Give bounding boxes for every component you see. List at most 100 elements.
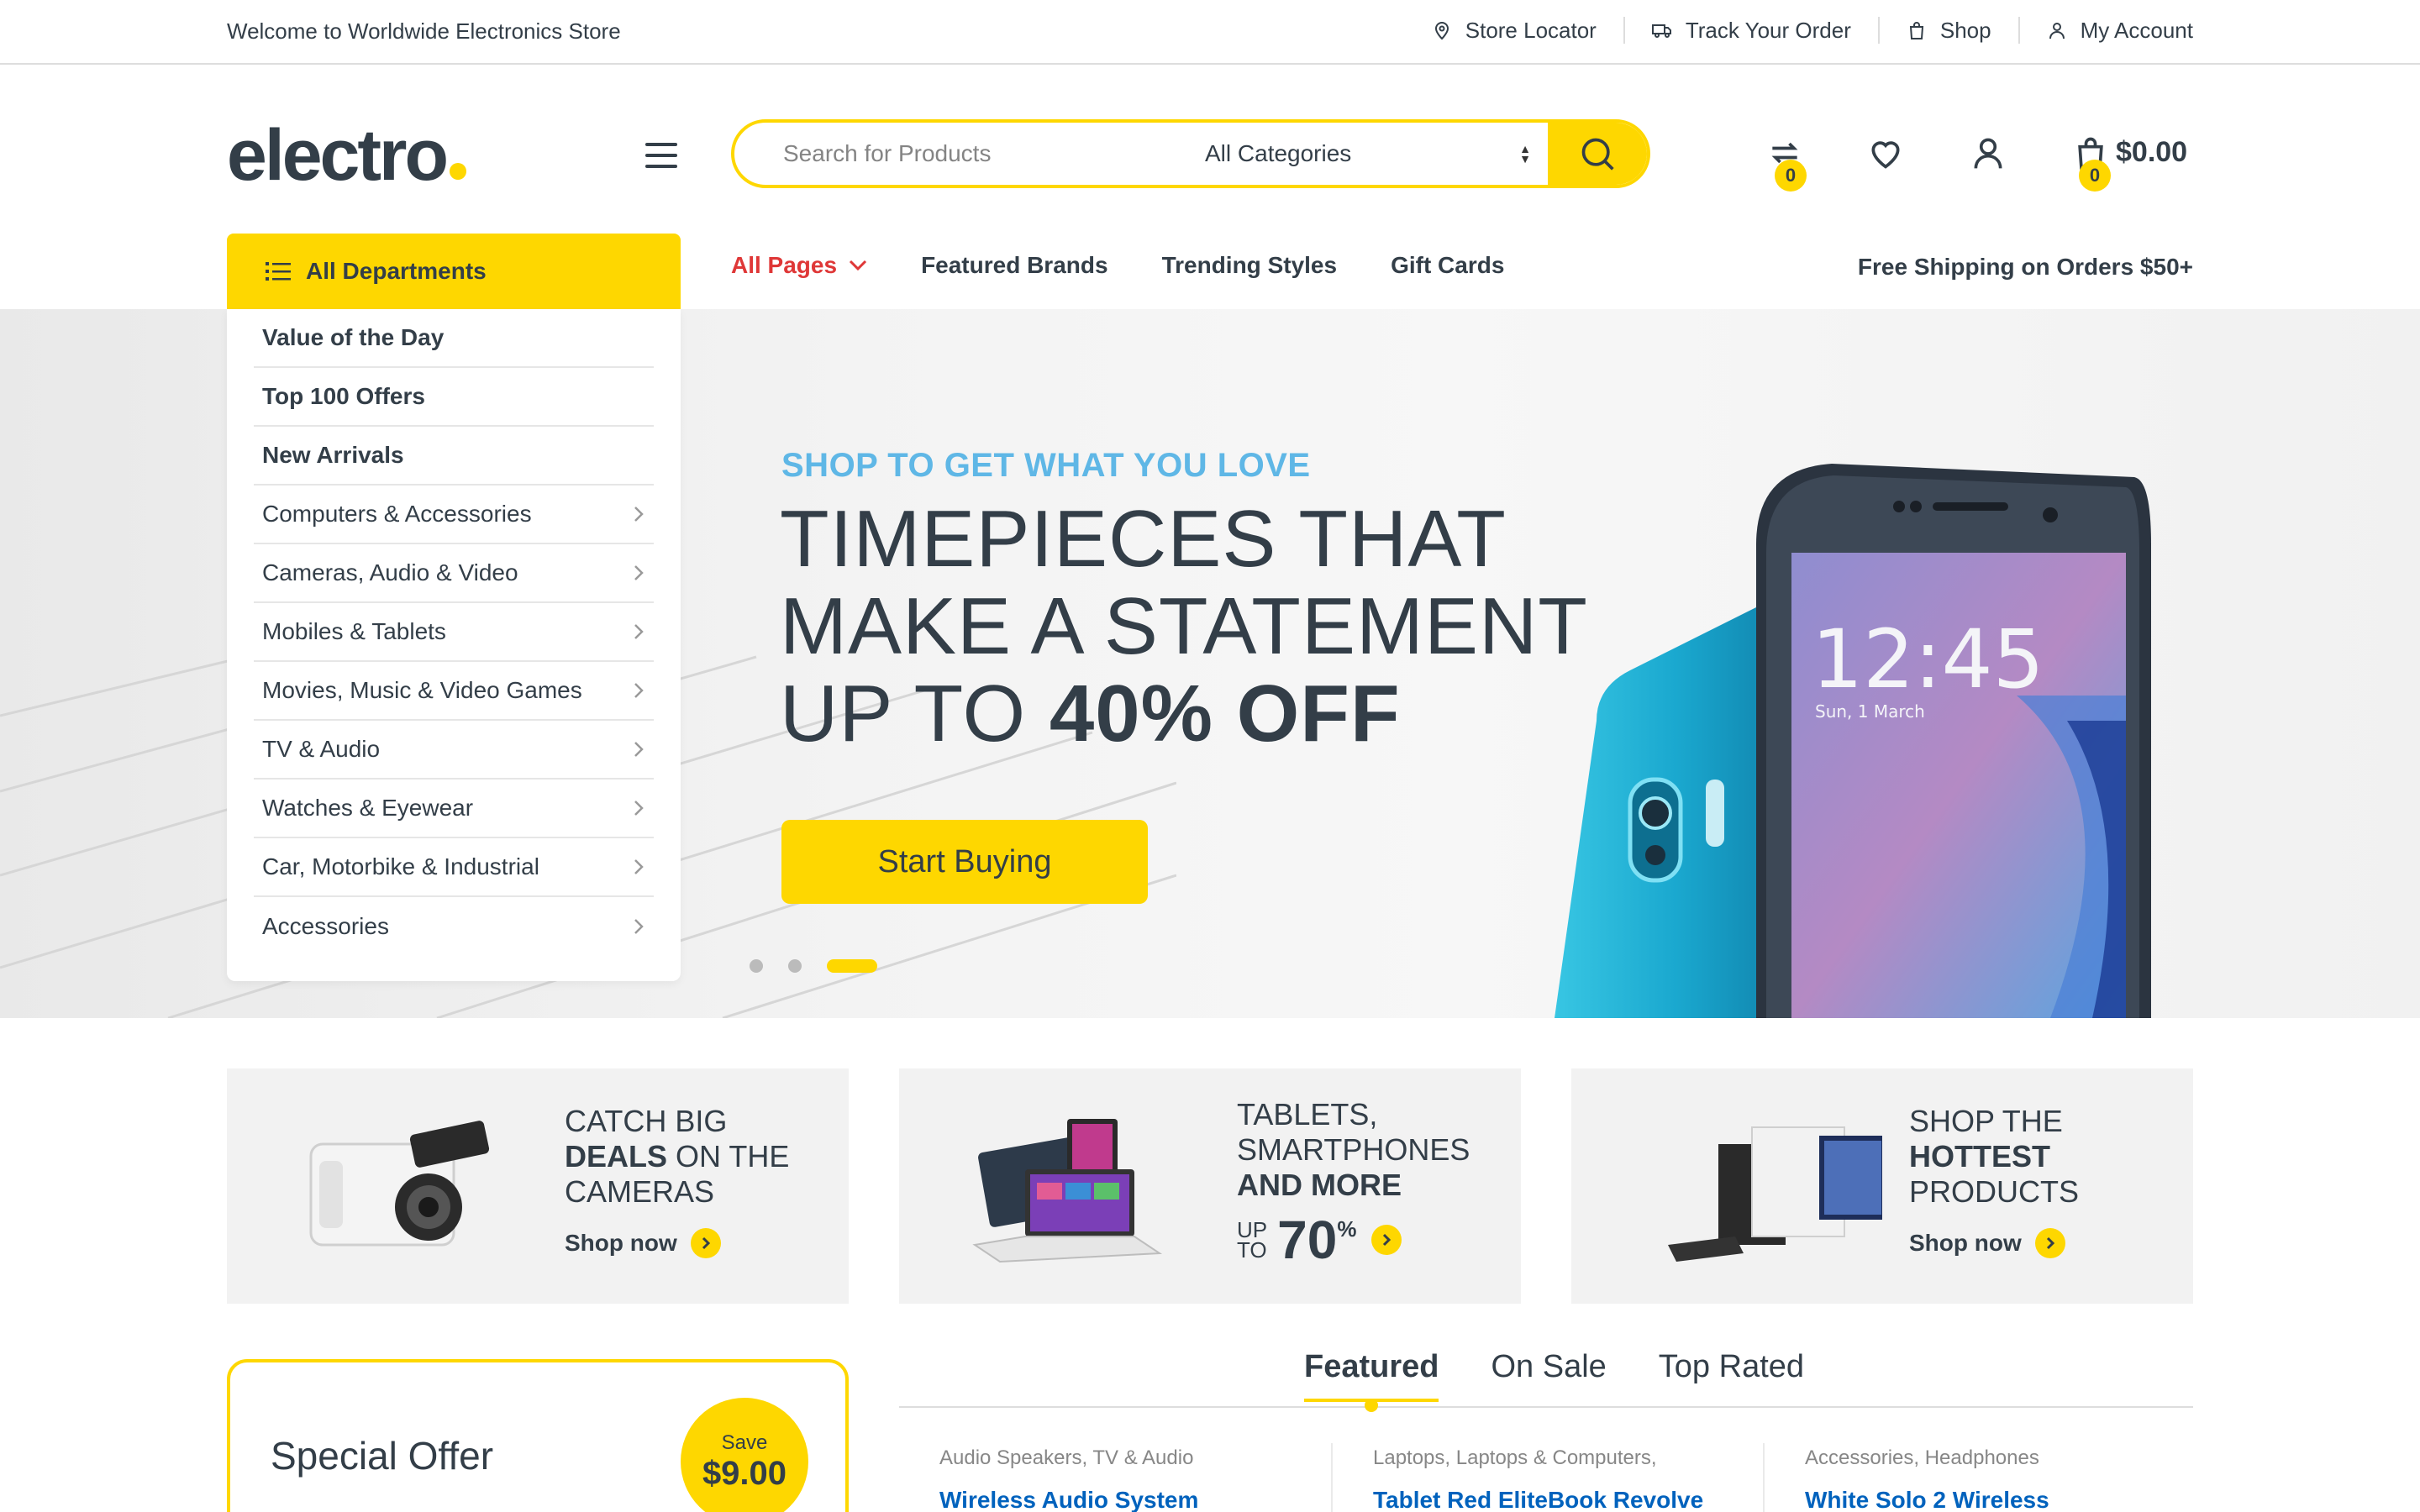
hero-title-line-2: MAKE A STATEMENT xyxy=(780,581,1588,671)
banner-line: DEALS ON THE xyxy=(565,1139,789,1174)
dept-watches-eyewear[interactable]: Watches & Eyewear xyxy=(254,780,654,838)
tab-on-sale[interactable]: On Sale xyxy=(1491,1349,1606,1402)
top-bar: Welcome to Worldwide Electronics Store S… xyxy=(0,0,2420,65)
dept-label: Mobiles & Tablets xyxy=(262,618,446,644)
tab-label: Featured xyxy=(1304,1349,1439,1384)
banner-bold: HOTTEST xyxy=(1909,1139,2050,1173)
shop-now-link[interactable]: Shop now xyxy=(565,1228,721,1258)
active-tab-indicator xyxy=(1365,1399,1379,1412)
category-link[interactable]: Audio Speakers xyxy=(939,1446,1081,1469)
slider-dot-2[interactable] xyxy=(788,959,802,973)
product-categories: Accessories, Headphones xyxy=(1805,1446,2039,1469)
track-order-link[interactable]: Track Your Order xyxy=(1623,17,1878,44)
user-icon xyxy=(2049,23,2065,39)
chevron-right-icon xyxy=(634,859,644,874)
store-locator-link[interactable]: Store Locator xyxy=(1405,17,1623,44)
nav-featured-brands[interactable]: Featured Brands xyxy=(921,252,1108,279)
departments-menu: Value of the Day Top 100 Offers New Arri… xyxy=(227,309,681,981)
cart-button[interactable]: 0 xyxy=(2072,134,2111,192)
dept-top-100-offers[interactable]: Top 100 Offers xyxy=(254,368,654,427)
wishlist-button[interactable] xyxy=(1867,134,1904,171)
logo-dot xyxy=(450,163,467,180)
product-card: Laptops, Laptops & Computers, Tablet Red… xyxy=(1331,1443,1763,1512)
category-link[interactable]: Accessories xyxy=(1805,1446,1913,1469)
my-account-link[interactable]: My Account xyxy=(2018,17,2193,44)
start-buying-button[interactable]: Start Buying xyxy=(781,820,1148,904)
banner-line: CAMERAS xyxy=(565,1174,715,1209)
dept-computers-accessories[interactable]: Computers & Accessories xyxy=(254,486,654,544)
category-link[interactable]: TV & Audio xyxy=(1092,1446,1193,1469)
chevron-right-icon xyxy=(634,683,644,698)
account-button[interactable] xyxy=(1970,134,2007,171)
product-name-link[interactable]: Tablet Red EliteBook Revolve xyxy=(1373,1487,1703,1512)
search-icon xyxy=(1581,138,1614,171)
hero-discount: 40% OFF xyxy=(1049,669,1401,759)
dept-label: Accessories xyxy=(262,913,389,939)
tab-top-rated[interactable]: Top Rated xyxy=(1659,1349,1804,1402)
arrow-right-icon xyxy=(2034,1228,2065,1258)
site-logo[interactable]: electro xyxy=(227,118,467,193)
hero-title-line-1: TIMEPIECES THAT xyxy=(780,494,1507,584)
dept-new-arrivals[interactable]: New Arrivals xyxy=(254,427,654,486)
dept-mobiles-tablets[interactable]: Mobiles & Tablets xyxy=(254,603,654,662)
banner-line: SHOP THE xyxy=(1909,1104,2063,1138)
chevron-right-icon xyxy=(634,742,644,757)
banner-cameras[interactable]: CATCH BIG DEALS ON THE CAMERAS Shop now xyxy=(227,1068,849,1304)
category-link[interactable]: Laptops xyxy=(1373,1446,1444,1469)
shop-now-link[interactable]: Shop now xyxy=(1909,1228,2065,1258)
category-select[interactable]: All Categories ▲ ▼ xyxy=(1205,123,1548,185)
all-departments-button[interactable]: All Departments xyxy=(227,234,681,309)
select-arrows-icon: ▲ ▼ xyxy=(1519,142,1531,165)
banner-hottest-products[interactable]: SHOP THE HOTTEST PRODUCTS Shop now xyxy=(1571,1068,2193,1304)
list-icon xyxy=(266,262,291,281)
phone-clock-text: 12:45 xyxy=(1812,612,2044,706)
compare-button[interactable]: 0 xyxy=(1766,134,1807,192)
discount-up-to-70[interactable]: UP TO 70 % xyxy=(1237,1213,1402,1267)
banner-line-rest: ON THE xyxy=(676,1139,790,1173)
shop-label: Shop xyxy=(1939,17,1991,43)
banner-hottest-text: SHOP THE HOTTEST PRODUCTS xyxy=(1909,1104,2079,1210)
compare-count-badge: 0 xyxy=(1775,160,1807,192)
camera-image xyxy=(309,1121,490,1247)
nav-gift-cards[interactable]: Gift Cards xyxy=(1391,252,1504,279)
shop-link[interactable]: Shop xyxy=(1877,17,2018,44)
dept-value-of-the-day[interactable]: Value of the Day xyxy=(254,309,654,368)
dept-car-motorbike-industrial[interactable]: Car, Motorbike & Industrial xyxy=(254,838,654,897)
banner-cameras-text: CATCH BIG DEALS ON THE CAMERAS xyxy=(565,1104,789,1210)
tab-featured[interactable]: Featured xyxy=(1304,1349,1439,1412)
product-name-link[interactable]: White Solo 2 Wireless xyxy=(1805,1487,2049,1512)
nav-trending-styles[interactable]: Trending Styles xyxy=(1162,252,1338,279)
main-nav: All Pages Featured Brands Trending Style… xyxy=(731,252,1504,279)
product-categories: Audio Speakers, TV & Audio xyxy=(939,1446,1194,1469)
dept-movies-music-games[interactable]: Movies, Music & Video Games xyxy=(254,662,654,721)
dept-accessories[interactable]: Accessories xyxy=(254,897,654,956)
hero-title-line-3-prefix: UP TO xyxy=(780,669,1027,759)
dept-tv-audio[interactable]: TV & Audio xyxy=(254,721,654,780)
menu-toggle-button[interactable] xyxy=(645,143,677,168)
dept-label: Top 100 Offers xyxy=(262,383,425,409)
product-name-link[interactable]: Wireless Audio System xyxy=(939,1487,1198,1512)
product-tabs: Featured On Sale Top Rated xyxy=(899,1349,2193,1412)
product-card: Audio Speakers, TV & Audio Wireless Audi… xyxy=(899,1443,1331,1512)
arrow-right-icon xyxy=(1371,1225,1402,1255)
dept-label: Value of the Day xyxy=(262,324,445,350)
desktop-computer-image xyxy=(1668,1126,1882,1262)
search-input[interactable]: Search for Products xyxy=(734,123,1205,185)
save-amount: $9.00 xyxy=(702,1454,787,1492)
nav-all-pages[interactable]: All Pages xyxy=(731,252,867,279)
search-bar: Search for Products All Categories ▲ ▼ xyxy=(731,119,1650,188)
dept-label: Cameras, Audio & Video xyxy=(262,559,518,585)
chevron-down-icon xyxy=(850,260,867,271)
all-departments-label: All Departments xyxy=(306,258,487,284)
cart-total[interactable]: $0.00 xyxy=(2116,136,2187,169)
slider-dot-1[interactable] xyxy=(750,959,763,973)
tablet-laptop-image xyxy=(972,1119,1163,1263)
search-button[interactable] xyxy=(1548,123,1647,185)
banner-tablets[interactable]: TABLETS, SMARTPHONES AND MORE UP TO 70 % xyxy=(899,1068,1521,1304)
chevron-right-icon xyxy=(634,919,644,934)
percent-sign: % xyxy=(1337,1216,1357,1242)
slider-dot-3-active[interactable] xyxy=(827,959,877,973)
category-link[interactable]: Headphones xyxy=(1925,1446,2039,1469)
dept-cameras-audio-video[interactable]: Cameras, Audio & Video xyxy=(254,544,654,603)
category-link[interactable]: Laptops & Computers, xyxy=(1456,1446,1657,1469)
